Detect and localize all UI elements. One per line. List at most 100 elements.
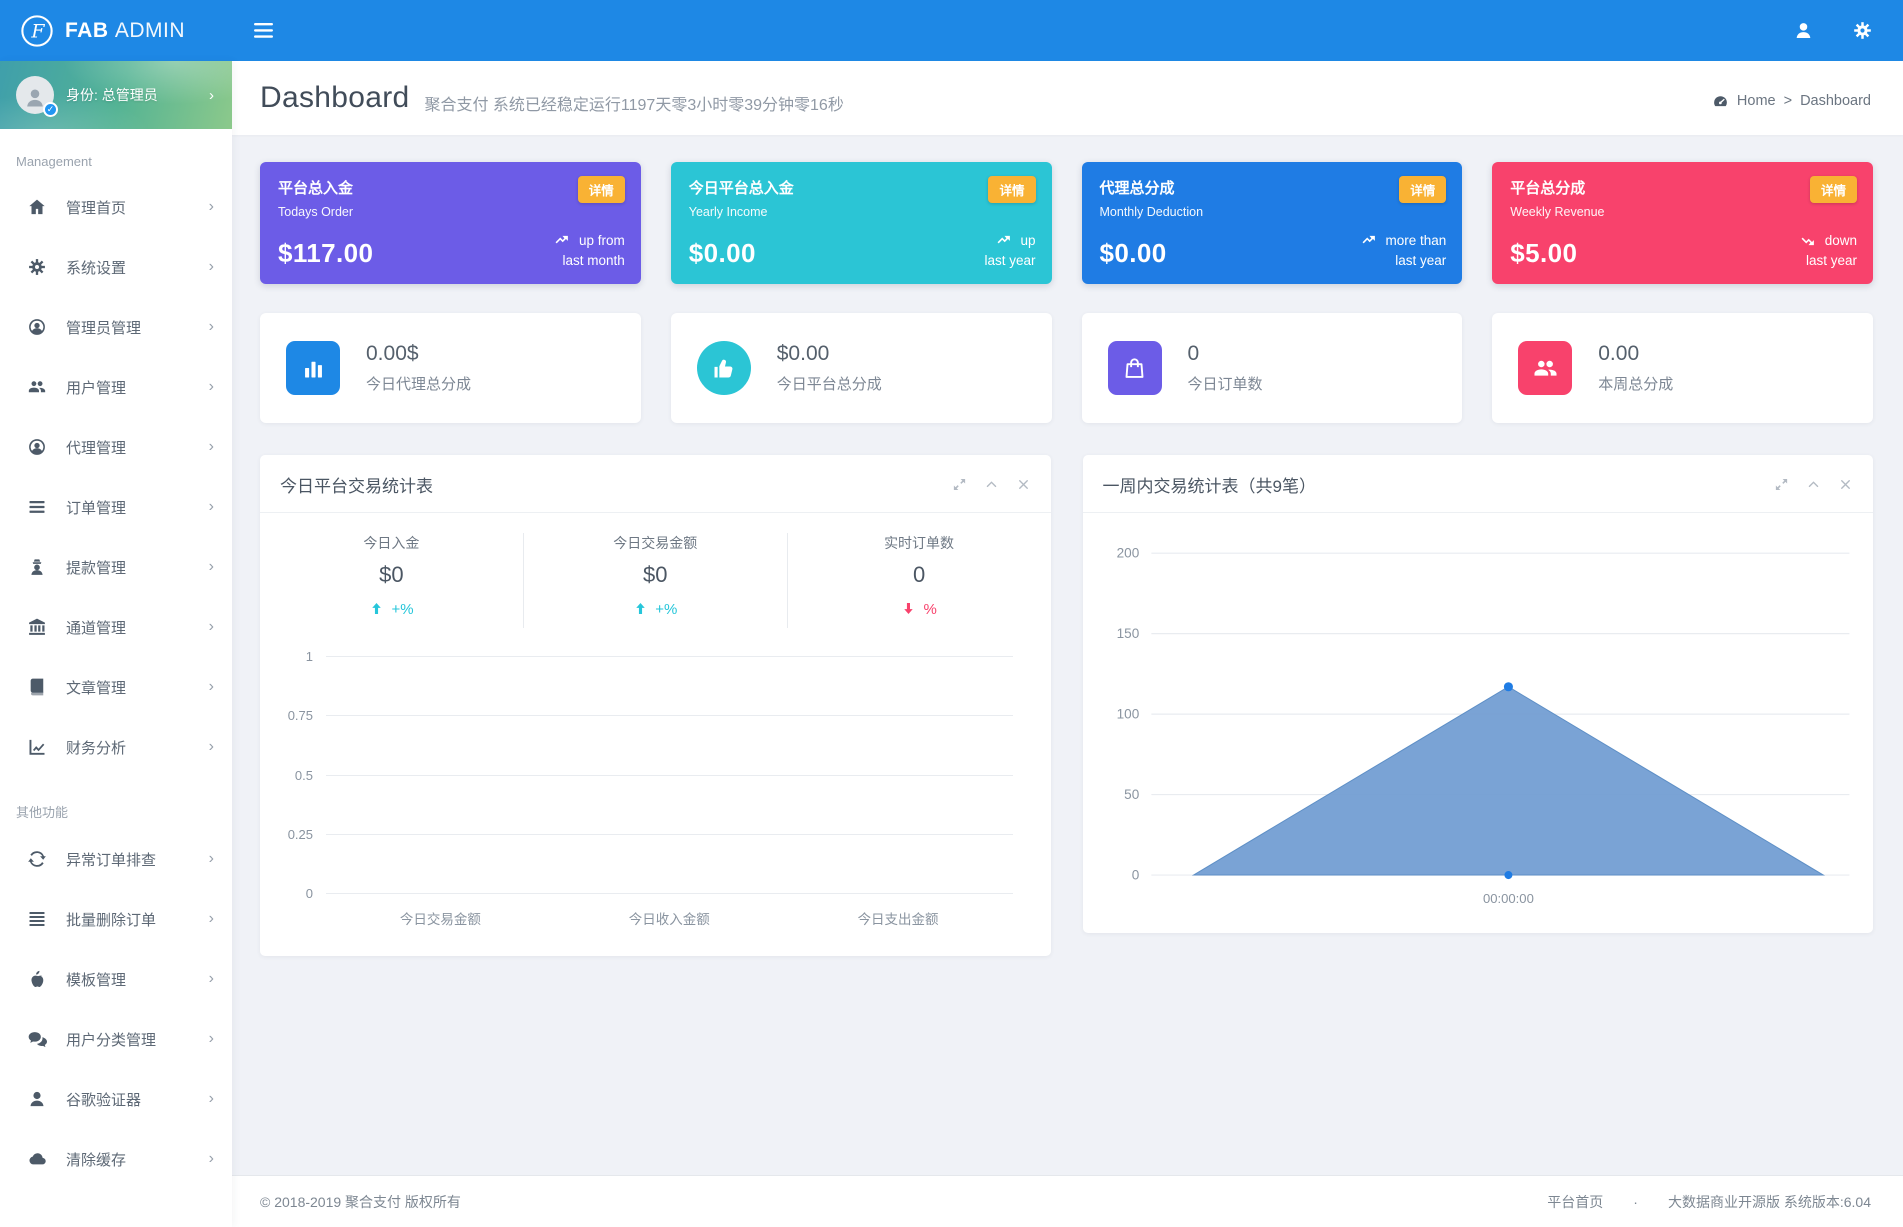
arrow-up-icon	[369, 601, 384, 616]
details-badge[interactable]: 详情	[1399, 176, 1446, 203]
details-badge[interactable]: 详情	[1810, 176, 1857, 203]
bar-chart-grid: 10.750.50.250	[326, 656, 1013, 893]
close-panel-icon[interactable]	[1016, 477, 1031, 492]
page-header: Dashboard 聚合支付 系统已经稳定运行1197天零3小时零39分钟零16…	[232, 61, 1903, 135]
sidebar-item[interactable]: 代理管理›	[0, 417, 232, 477]
chevron-right-icon: ›	[209, 850, 214, 868]
info-card: 0 今日订单数	[1082, 313, 1463, 423]
panel-header: 一周内交易统计表（共9笔）	[1083, 455, 1874, 513]
today-stat-label: 实时订单数	[788, 533, 1051, 553]
content: 平台总入金Todays Order$117.00详情 up fromlast m…	[232, 135, 1903, 1175]
user-identity-panel[interactable]: ✓ 身份: 总管理员 ›	[0, 61, 232, 129]
info-card-value: 0	[1188, 342, 1263, 366]
sidebar-item[interactable]: 提款管理›	[0, 537, 232, 597]
chevron-right-icon: ›	[209, 1090, 214, 1108]
app-title: FAB ADMIN	[65, 19, 185, 43]
user-identity-label: 身份: 总管理员	[66, 85, 197, 105]
fab-logo-icon: F	[20, 14, 54, 48]
info-card-label: 今日平台总分成	[777, 373, 882, 394]
panel-title: 今日平台交易统计表	[280, 472, 433, 497]
collapse-panel-icon[interactable]	[984, 477, 999, 492]
y-tick-label: 0.25	[288, 827, 313, 842]
stat-card-trend: downlast year	[1799, 231, 1857, 272]
stat-card-title: 平台总分成	[1510, 177, 1855, 198]
copyright-text: © 2018-2019 聚合支付 版权所有	[260, 1192, 461, 1212]
svg-text:100: 100	[1116, 707, 1139, 722]
y-tick-label: 0	[306, 886, 313, 901]
footer-home-link[interactable]: 平台首页	[1547, 1192, 1603, 1212]
area-chart: 20015010050000:00:00	[1083, 513, 1874, 933]
app-title-bold: FAB	[65, 19, 109, 42]
sidebar-item[interactable]: 文章管理›	[0, 657, 232, 717]
info-card-text: $0.00 今日平台总分成	[777, 342, 882, 394]
info-card-value: $0.00	[777, 342, 882, 366]
collapse-panel-icon[interactable]	[1806, 477, 1821, 492]
stat-card-trend: up fromlast month	[553, 231, 625, 272]
chevron-right-icon: ›	[209, 738, 214, 756]
sidebar-item[interactable]: 用户分类管理›	[0, 1009, 232, 1069]
info-cards: 0.00$今日代理总分成$0.00今日平台总分成0今日订单数0.00本周总分成	[260, 313, 1873, 423]
panel-tools	[1774, 477, 1853, 492]
sidebar-item[interactable]: 异常订单排查›	[0, 829, 232, 889]
main-area: Dashboard 聚合支付 系统已经稳定运行1197天零3小时零39分钟零16…	[232, 61, 1903, 1227]
expand-panel-icon[interactable]	[1774, 477, 1789, 492]
user-secret-icon	[27, 557, 47, 577]
close-panel-icon[interactable]	[1838, 477, 1853, 492]
panel-title: 一周内交易统计表（共9笔）	[1103, 472, 1316, 497]
bar-chart-icon	[300, 355, 327, 382]
sidebar-item-label: 通道管理	[66, 617, 209, 638]
breadcrumb-home-link[interactable]: Home	[1737, 93, 1776, 109]
trending-up-icon	[995, 232, 1012, 249]
chevron-right-icon: ›	[209, 970, 214, 988]
sidebar-nav: Management管理首页›系统设置›管理员管理›用户管理›代理管理›订单管理…	[0, 129, 232, 1189]
page-title: Dashboard	[260, 81, 409, 115]
sidebar-item[interactable]: 订单管理›	[0, 477, 232, 537]
settings-gear-icon[interactable]	[1852, 20, 1873, 41]
chevron-right-icon: ›	[209, 378, 214, 396]
svg-text:50: 50	[1124, 787, 1140, 802]
sidebar-item-label: 清除缓存	[66, 1149, 209, 1170]
sidebar-item[interactable]: 管理员管理›	[0, 297, 232, 357]
today-stat-value: $0	[260, 562, 523, 588]
chevron-right-icon: ›	[209, 198, 214, 216]
sidebar-item[interactable]: 模板管理›	[0, 949, 232, 1009]
sidebar-item[interactable]: 批量删除订单›	[0, 889, 232, 949]
info-card-label: 今日订单数	[1188, 373, 1263, 394]
sidebar-item[interactable]: 管理首页›	[0, 177, 232, 237]
sidebar-item[interactable]: 谷歌验证器›	[0, 1069, 232, 1129]
svg-text:150: 150	[1116, 626, 1139, 641]
sidebar-item[interactable]: 系统设置›	[0, 237, 232, 297]
menu-toggle-button[interactable]	[254, 23, 273, 38]
chevron-right-icon: ›	[209, 87, 218, 104]
chevron-right-icon: ›	[209, 438, 214, 456]
comments-icon	[27, 1029, 47, 1049]
info-card-text: 0.00$今日代理总分成	[366, 342, 471, 394]
shopping-bag-icon	[1121, 355, 1148, 382]
stat-card: 平台总分成Weekly Revenue$5.00详情 downlast year	[1492, 162, 1873, 284]
details-badge[interactable]: 详情	[988, 176, 1035, 203]
stat-card: 今日平台总入金Yearly Income$0.00详情 uplast year	[671, 162, 1052, 284]
expand-panel-icon[interactable]	[952, 477, 967, 492]
svg-text:F: F	[30, 20, 45, 42]
sidebar-item-label: 管理员管理	[66, 317, 209, 338]
sidebar-item[interactable]: 财务分析›	[0, 717, 232, 777]
chevron-right-icon: ›	[209, 1150, 214, 1168]
today-stat: 实时订单数0 %	[787, 533, 1051, 628]
x-category-label: 今日支出金额	[784, 908, 1013, 928]
details-badge[interactable]: 详情	[578, 176, 625, 203]
today-transactions-panel: 今日平台交易统计表 今日入金$0 +%今日交易金额$0 +%实时订单数0 % 1…	[260, 455, 1051, 956]
info-card-icon-box	[697, 341, 751, 395]
sidebar-item[interactable]: 用户管理›	[0, 357, 232, 417]
chevron-right-icon: ›	[209, 258, 214, 276]
sidebar-item[interactable]: 清除缓存›	[0, 1129, 232, 1189]
stat-card: 代理总分成Monthly Deduction$0.00详情 more thanl…	[1082, 162, 1463, 284]
dashboard-gauge-icon	[1712, 93, 1729, 110]
user-icon[interactable]	[1793, 20, 1814, 41]
trending-up-icon	[1360, 232, 1377, 249]
bank-icon	[27, 617, 47, 637]
sidebar-item[interactable]: 通道管理›	[0, 597, 232, 657]
sidebar-item-label: 财务分析	[66, 737, 209, 758]
breadcrumb-current: Dashboard	[1800, 93, 1871, 109]
breadcrumb: Home > Dashboard	[1712, 87, 1871, 110]
charts-row: 今日平台交易统计表 今日入金$0 +%今日交易金额$0 +%实时订单数0 % 1…	[260, 455, 1873, 956]
